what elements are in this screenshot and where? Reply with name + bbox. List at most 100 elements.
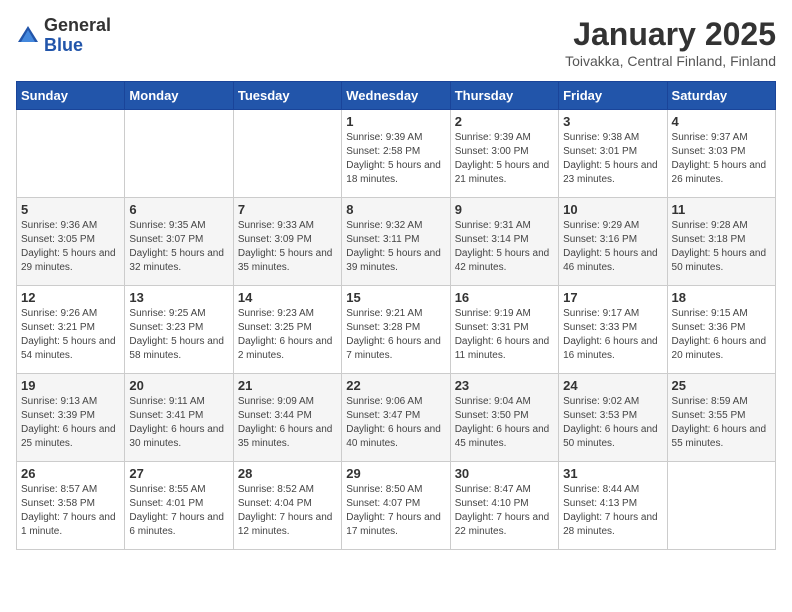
day-info: Sunrise: 9:21 AMSunset: 3:28 PMDaylight:… <box>346 307 445 363</box>
day-info: Sunrise: 9:15 AMSunset: 3:36 PMDaylight:… <box>672 307 771 363</box>
calendar-cell: 11 Sunrise: 9:28 AMSunset: 3:18 PMDayligh… <box>667 198 775 286</box>
day-number: 3 <box>563 114 662 129</box>
title-block: January 2025 Toivakka, Central Finland, … <box>565 16 776 69</box>
day-number: 26 <box>21 466 120 481</box>
logo-text: General Blue <box>44 16 111 56</box>
day-info: Sunrise: 9:23 AMSunset: 3:25 PMDaylight:… <box>238 307 337 363</box>
day-info: Sunrise: 9:31 AMSunset: 3:14 PMDaylight:… <box>455 219 554 275</box>
calendar-cell: 18 Sunrise: 9:15 AMSunset: 3:36 PMDayligh… <box>667 286 775 374</box>
weekday-header-tuesday: Tuesday <box>233 82 341 110</box>
calendar-cell: 24 Sunrise: 9:02 AMSunset: 3:53 PMDayligh… <box>559 374 667 462</box>
day-number: 22 <box>346 378 445 393</box>
day-number: 11 <box>672 202 771 217</box>
weekday-header-saturday: Saturday <box>667 82 775 110</box>
calendar-cell <box>17 110 125 198</box>
calendar-cell: 23 Sunrise: 9:04 AMSunset: 3:50 PMDayligh… <box>450 374 558 462</box>
day-info: Sunrise: 8:57 AMSunset: 3:58 PMDaylight:… <box>21 483 120 539</box>
calendar-cell: 1 Sunrise: 9:39 AMSunset: 2:58 PMDaylight… <box>342 110 450 198</box>
day-number: 5 <box>21 202 120 217</box>
day-info: Sunrise: 9:36 AMSunset: 3:05 PMDaylight:… <box>21 219 120 275</box>
day-number: 14 <box>238 290 337 305</box>
calendar-cell: 30 Sunrise: 8:47 AMSunset: 4:10 PMDayligh… <box>450 462 558 550</box>
day-info: Sunrise: 9:13 AMSunset: 3:39 PMDaylight:… <box>21 395 120 451</box>
day-info: Sunrise: 9:11 AMSunset: 3:41 PMDaylight:… <box>129 395 228 451</box>
day-info: Sunrise: 9:28 AMSunset: 3:18 PMDaylight:… <box>672 219 771 275</box>
calendar-week-row: 5 Sunrise: 9:36 AMSunset: 3:05 PMDaylight… <box>17 198 776 286</box>
weekday-header-thursday: Thursday <box>450 82 558 110</box>
calendar-cell: 9 Sunrise: 9:31 AMSunset: 3:14 PMDaylight… <box>450 198 558 286</box>
day-number: 2 <box>455 114 554 129</box>
day-info: Sunrise: 9:39 AMSunset: 3:00 PMDaylight:… <box>455 131 554 187</box>
weekday-header-friday: Friday <box>559 82 667 110</box>
day-number: 24 <box>563 378 662 393</box>
day-number: 1 <box>346 114 445 129</box>
calendar-cell: 17 Sunrise: 9:17 AMSunset: 3:33 PMDayligh… <box>559 286 667 374</box>
day-number: 21 <box>238 378 337 393</box>
calendar-cell: 16 Sunrise: 9:19 AMSunset: 3:31 PMDayligh… <box>450 286 558 374</box>
day-info: Sunrise: 9:37 AMSunset: 3:03 PMDaylight:… <box>672 131 771 187</box>
calendar-cell: 25 Sunrise: 8:59 AMSunset: 3:55 PMDayligh… <box>667 374 775 462</box>
day-number: 13 <box>129 290 228 305</box>
calendar-cell <box>667 462 775 550</box>
calendar-cell: 26 Sunrise: 8:57 AMSunset: 3:58 PMDayligh… <box>17 462 125 550</box>
day-number: 23 <box>455 378 554 393</box>
day-info: Sunrise: 8:55 AMSunset: 4:01 PMDaylight:… <box>129 483 228 539</box>
calendar-cell: 8 Sunrise: 9:32 AMSunset: 3:11 PMDaylight… <box>342 198 450 286</box>
calendar-cell: 14 Sunrise: 9:23 AMSunset: 3:25 PMDayligh… <box>233 286 341 374</box>
weekday-header-wednesday: Wednesday <box>342 82 450 110</box>
day-number: 30 <box>455 466 554 481</box>
day-info: Sunrise: 8:44 AMSunset: 4:13 PMDaylight:… <box>563 483 662 539</box>
calendar-cell: 27 Sunrise: 8:55 AMSunset: 4:01 PMDayligh… <box>125 462 233 550</box>
calendar-week-row: 19 Sunrise: 9:13 AMSunset: 3:39 PMDayligh… <box>17 374 776 462</box>
day-number: 31 <box>563 466 662 481</box>
day-info: Sunrise: 9:17 AMSunset: 3:33 PMDaylight:… <box>563 307 662 363</box>
calendar-cell: 10Sunrise: 9:29 AMSunset: 3:16 PMDayligh… <box>559 198 667 286</box>
calendar-week-row: 1 Sunrise: 9:39 AMSunset: 2:58 PMDaylight… <box>17 110 776 198</box>
day-info: Sunrise: 8:47 AMSunset: 4:10 PMDaylight:… <box>455 483 554 539</box>
day-number: 27 <box>129 466 228 481</box>
day-number: 19 <box>21 378 120 393</box>
day-info: Sunrise: 9:32 AMSunset: 3:11 PMDaylight:… <box>346 219 445 275</box>
calendar-cell: 21 Sunrise: 9:09 AMSunset: 3:44 PMDayligh… <box>233 374 341 462</box>
day-number: 29 <box>346 466 445 481</box>
day-number: 15 <box>346 290 445 305</box>
day-info: Sunrise: 9:29 AMSunset: 3:16 PMDaylight:… <box>563 219 662 275</box>
calendar-cell: 13 Sunrise: 9:25 AMSunset: 3:23 PMDayligh… <box>125 286 233 374</box>
calendar-title: January 2025 <box>565 16 776 53</box>
calendar-cell: 20 Sunrise: 9:11 AMSunset: 3:41 PMDayligh… <box>125 374 233 462</box>
day-number: 8 <box>346 202 445 217</box>
day-number: 25 <box>672 378 771 393</box>
day-info: Sunrise: 9:39 AMSunset: 2:58 PMDaylight:… <box>346 131 445 187</box>
day-info: Sunrise: 9:04 AMSunset: 3:50 PMDaylight:… <box>455 395 554 451</box>
calendar-cell <box>233 110 341 198</box>
calendar-cell: 2 Sunrise: 9:39 AMSunset: 3:00 PMDaylight… <box>450 110 558 198</box>
calendar-cell: 19 Sunrise: 9:13 AMSunset: 3:39 PMDayligh… <box>17 374 125 462</box>
weekday-header-sunday: Sunday <box>17 82 125 110</box>
day-number: 16 <box>455 290 554 305</box>
day-number: 17 <box>563 290 662 305</box>
calendar-cell: 15 Sunrise: 9:21 AMSunset: 3:28 PMDayligh… <box>342 286 450 374</box>
day-info: Sunrise: 9:25 AMSunset: 3:23 PMDaylight:… <box>129 307 228 363</box>
calendar-cell: 29Sunrise: 8:50 AMSunset: 4:07 PMDayligh… <box>342 462 450 550</box>
calendar-cell: 3Sunrise: 9:38 AMSunset: 3:01 PMDaylight… <box>559 110 667 198</box>
calendar-cell: 31 Sunrise: 8:44 AMSunset: 4:13 PMDayligh… <box>559 462 667 550</box>
day-info: Sunrise: 9:09 AMSunset: 3:44 PMDaylight:… <box>238 395 337 451</box>
page-header: General Blue January 2025 Toivakka, Cent… <box>16 16 776 69</box>
day-info: Sunrise: 8:52 AMSunset: 4:04 PMDaylight:… <box>238 483 337 539</box>
calendar-table: SundayMondayTuesdayWednesdayThursdayFrid… <box>16 81 776 550</box>
day-info: Sunrise: 9:02 AMSunset: 3:53 PMDaylight:… <box>563 395 662 451</box>
calendar-cell: 28Sunrise: 8:52 AMSunset: 4:04 PMDayligh… <box>233 462 341 550</box>
calendar-cell <box>125 110 233 198</box>
day-number: 20 <box>129 378 228 393</box>
day-number: 9 <box>455 202 554 217</box>
calendar-cell: 22 Sunrise: 9:06 AMSunset: 3:47 PMDayligh… <box>342 374 450 462</box>
calendar-cell: 4Sunrise: 9:37 AMSunset: 3:03 PMDaylight… <box>667 110 775 198</box>
day-info: Sunrise: 8:59 AMSunset: 3:55 PMDaylight:… <box>672 395 771 451</box>
calendar-week-row: 26 Sunrise: 8:57 AMSunset: 3:58 PMDayligh… <box>17 462 776 550</box>
calendar-subtitle: Toivakka, Central Finland, Finland <box>565 53 776 69</box>
weekday-header-row: SundayMondayTuesdayWednesdayThursdayFrid… <box>17 82 776 110</box>
day-info: Sunrise: 9:19 AMSunset: 3:31 PMDaylight:… <box>455 307 554 363</box>
logo-icon <box>16 24 40 48</box>
day-info: Sunrise: 9:06 AMSunset: 3:47 PMDaylight:… <box>346 395 445 451</box>
day-number: 18 <box>672 290 771 305</box>
